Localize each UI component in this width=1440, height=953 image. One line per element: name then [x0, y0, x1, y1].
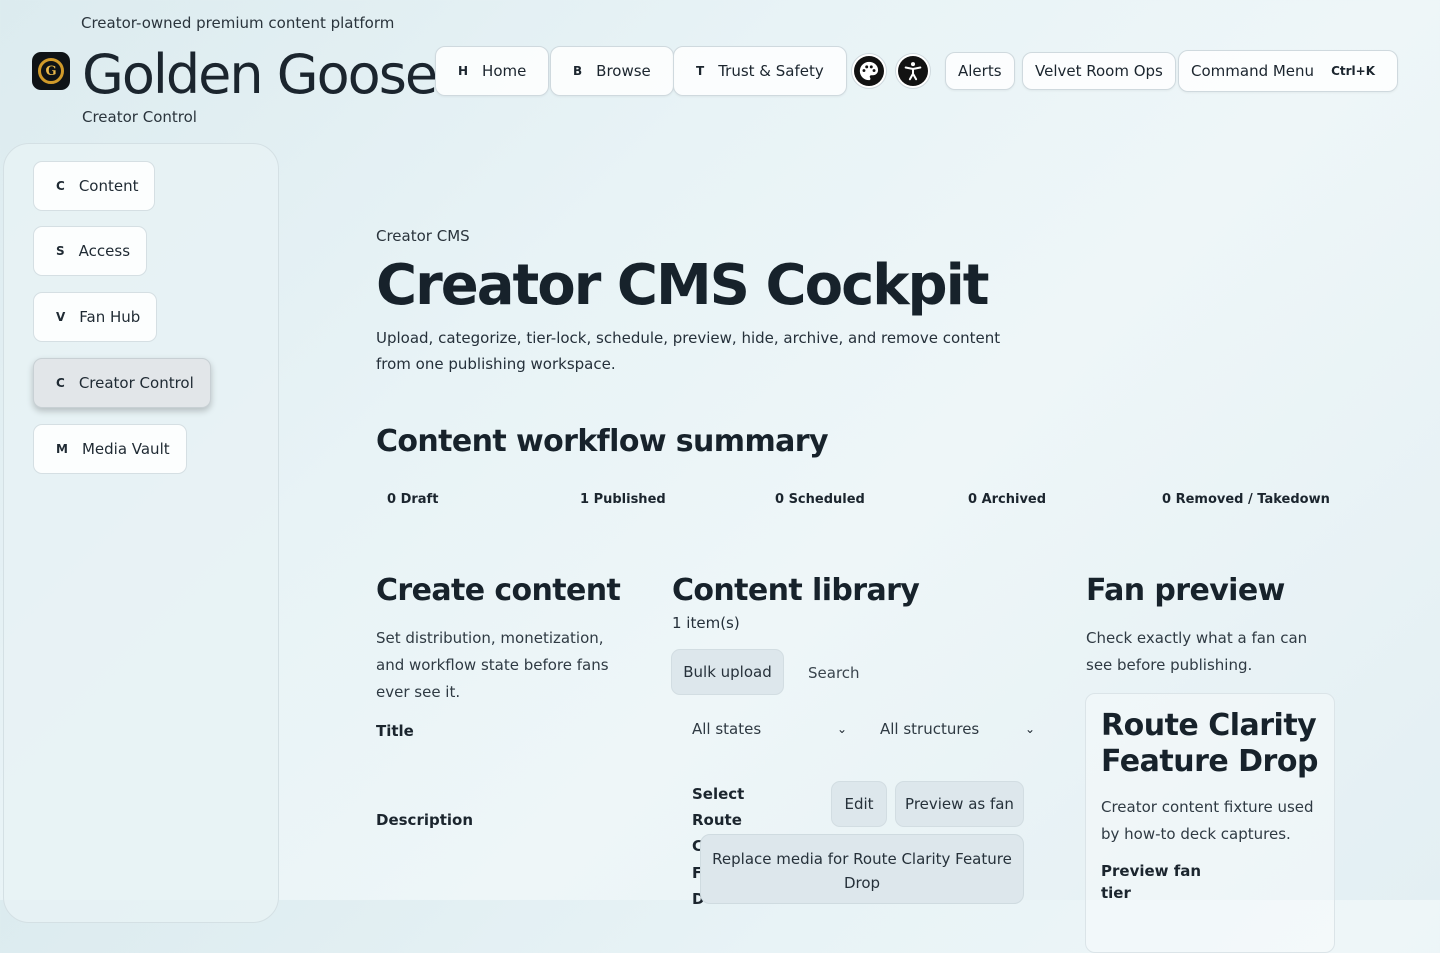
- sidebar-item-label: Content: [78, 177, 139, 195]
- accessibility-button[interactable]: [895, 53, 931, 89]
- bulk-upload-button[interactable]: Bulk upload: [671, 649, 784, 695]
- brand-logo[interactable]: G: [32, 52, 70, 90]
- stat-removed: 0 Removed / Takedown: [1162, 492, 1330, 507]
- nav-label: Trust & Safety: [718, 62, 824, 80]
- alerts-button[interactable]: Alerts: [945, 52, 1015, 90]
- command-menu-button[interactable]: Command Menu Ctrl+K: [1178, 50, 1398, 92]
- goose-logo-icon: G: [38, 58, 64, 84]
- sidebar-item-media-vault[interactable]: M Media Vault: [33, 424, 187, 474]
- title-field-label: Title: [376, 722, 414, 740]
- shortcut-hint: Ctrl+K: [1331, 64, 1375, 78]
- chevron-down-icon: ⌄: [837, 722, 848, 736]
- tagline: Creator-owned premium content platform: [81, 14, 395, 32]
- palette-icon: [854, 56, 884, 86]
- stat-draft: 0 Draft: [387, 492, 439, 507]
- sidebar-item-content[interactable]: C Content: [33, 161, 156, 211]
- sidebar-item-label: Access: [78, 242, 131, 260]
- nav-key: C: [56, 179, 65, 193]
- preview-as-fan-button[interactable]: Preview as fan: [895, 781, 1024, 827]
- nav-label: Home: [482, 62, 527, 80]
- sidebar-item-access[interactable]: S Access: [33, 226, 148, 276]
- nav-label: Browse: [596, 62, 651, 80]
- velvet-room-ops-button[interactable]: Velvet Room Ops: [1022, 52, 1176, 90]
- nav-key: V: [56, 310, 66, 324]
- nav-key: S: [56, 244, 65, 258]
- chevron-down-icon: ⌄: [1025, 722, 1036, 736]
- replace-media-tooltip[interactable]: Replace media for Route Clarity Feature …: [700, 834, 1024, 904]
- library-count: 1 item(s): [672, 614, 740, 632]
- sidebar-item-creator-control[interactable]: C Creator Control: [33, 358, 211, 408]
- nav-browse-button[interactable]: B Browse: [550, 46, 674, 96]
- nav-key: M: [56, 442, 68, 456]
- fan-preview-title: Fan preview: [1086, 573, 1285, 608]
- nav-key: B: [573, 64, 583, 78]
- accessibility-icon: [898, 56, 928, 86]
- breadcrumb: Creator CMS: [376, 227, 470, 245]
- select-item-label: Select: [692, 785, 745, 803]
- stat-archived: 0 Archived: [968, 492, 1047, 507]
- preview-card-title: Route Clarity Feature Drop: [1101, 708, 1318, 779]
- search-input[interactable]: Search: [808, 664, 860, 682]
- command-menu-label: Command Menu: [1191, 62, 1315, 80]
- nav-key: C: [56, 376, 65, 390]
- preview-tier-label-cont: tier: [1101, 884, 1131, 902]
- fan-preview-description: Check exactly what a fan can see before …: [1086, 629, 1308, 674]
- nav-home-button[interactable]: H Home: [435, 46, 550, 96]
- structure-filter-select[interactable]: All structures: [880, 720, 979, 738]
- description-field-label: Description: [376, 811, 474, 829]
- summary-title: Content workflow summary: [376, 424, 829, 459]
- sidebar-item-fan-hub[interactable]: V Fan Hub: [33, 292, 158, 342]
- page-title: Creator CMS Cockpit: [376, 253, 990, 318]
- preview-card-description: Creator content fixture used by how-to d…: [1101, 798, 1314, 843]
- nav-key: T: [696, 64, 705, 78]
- brand-subtitle: Creator Control: [82, 108, 197, 126]
- sidebar-item-label: Creator Control: [78, 374, 194, 392]
- create-content-title: Create content: [376, 573, 621, 608]
- theme-button[interactable]: [851, 53, 887, 89]
- page-description: Upload, categorize, tier-lock, schedule,…: [376, 329, 1001, 373]
- stat-scheduled: 0 Scheduled: [775, 492, 865, 507]
- sidebar-item-label: Fan Hub: [79, 308, 141, 326]
- nav-trust-safety-button[interactable]: T Trust & Safety: [673, 46, 847, 96]
- state-filter-select[interactable]: All states: [692, 720, 761, 738]
- select-item-name: Route: [692, 811, 742, 829]
- edit-button[interactable]: Edit: [831, 781, 887, 827]
- preview-tier-label: Preview fan: [1101, 862, 1202, 880]
- brand-name[interactable]: Golden Goose: [82, 40, 438, 110]
- stat-published: 1 Published: [580, 492, 666, 507]
- create-content-description: Set distribution, monetization, and work…: [376, 629, 609, 701]
- nav-key: H: [458, 64, 469, 78]
- content-library-title: Content library: [672, 573, 920, 608]
- sidebar-item-label: Media Vault: [81, 440, 170, 458]
